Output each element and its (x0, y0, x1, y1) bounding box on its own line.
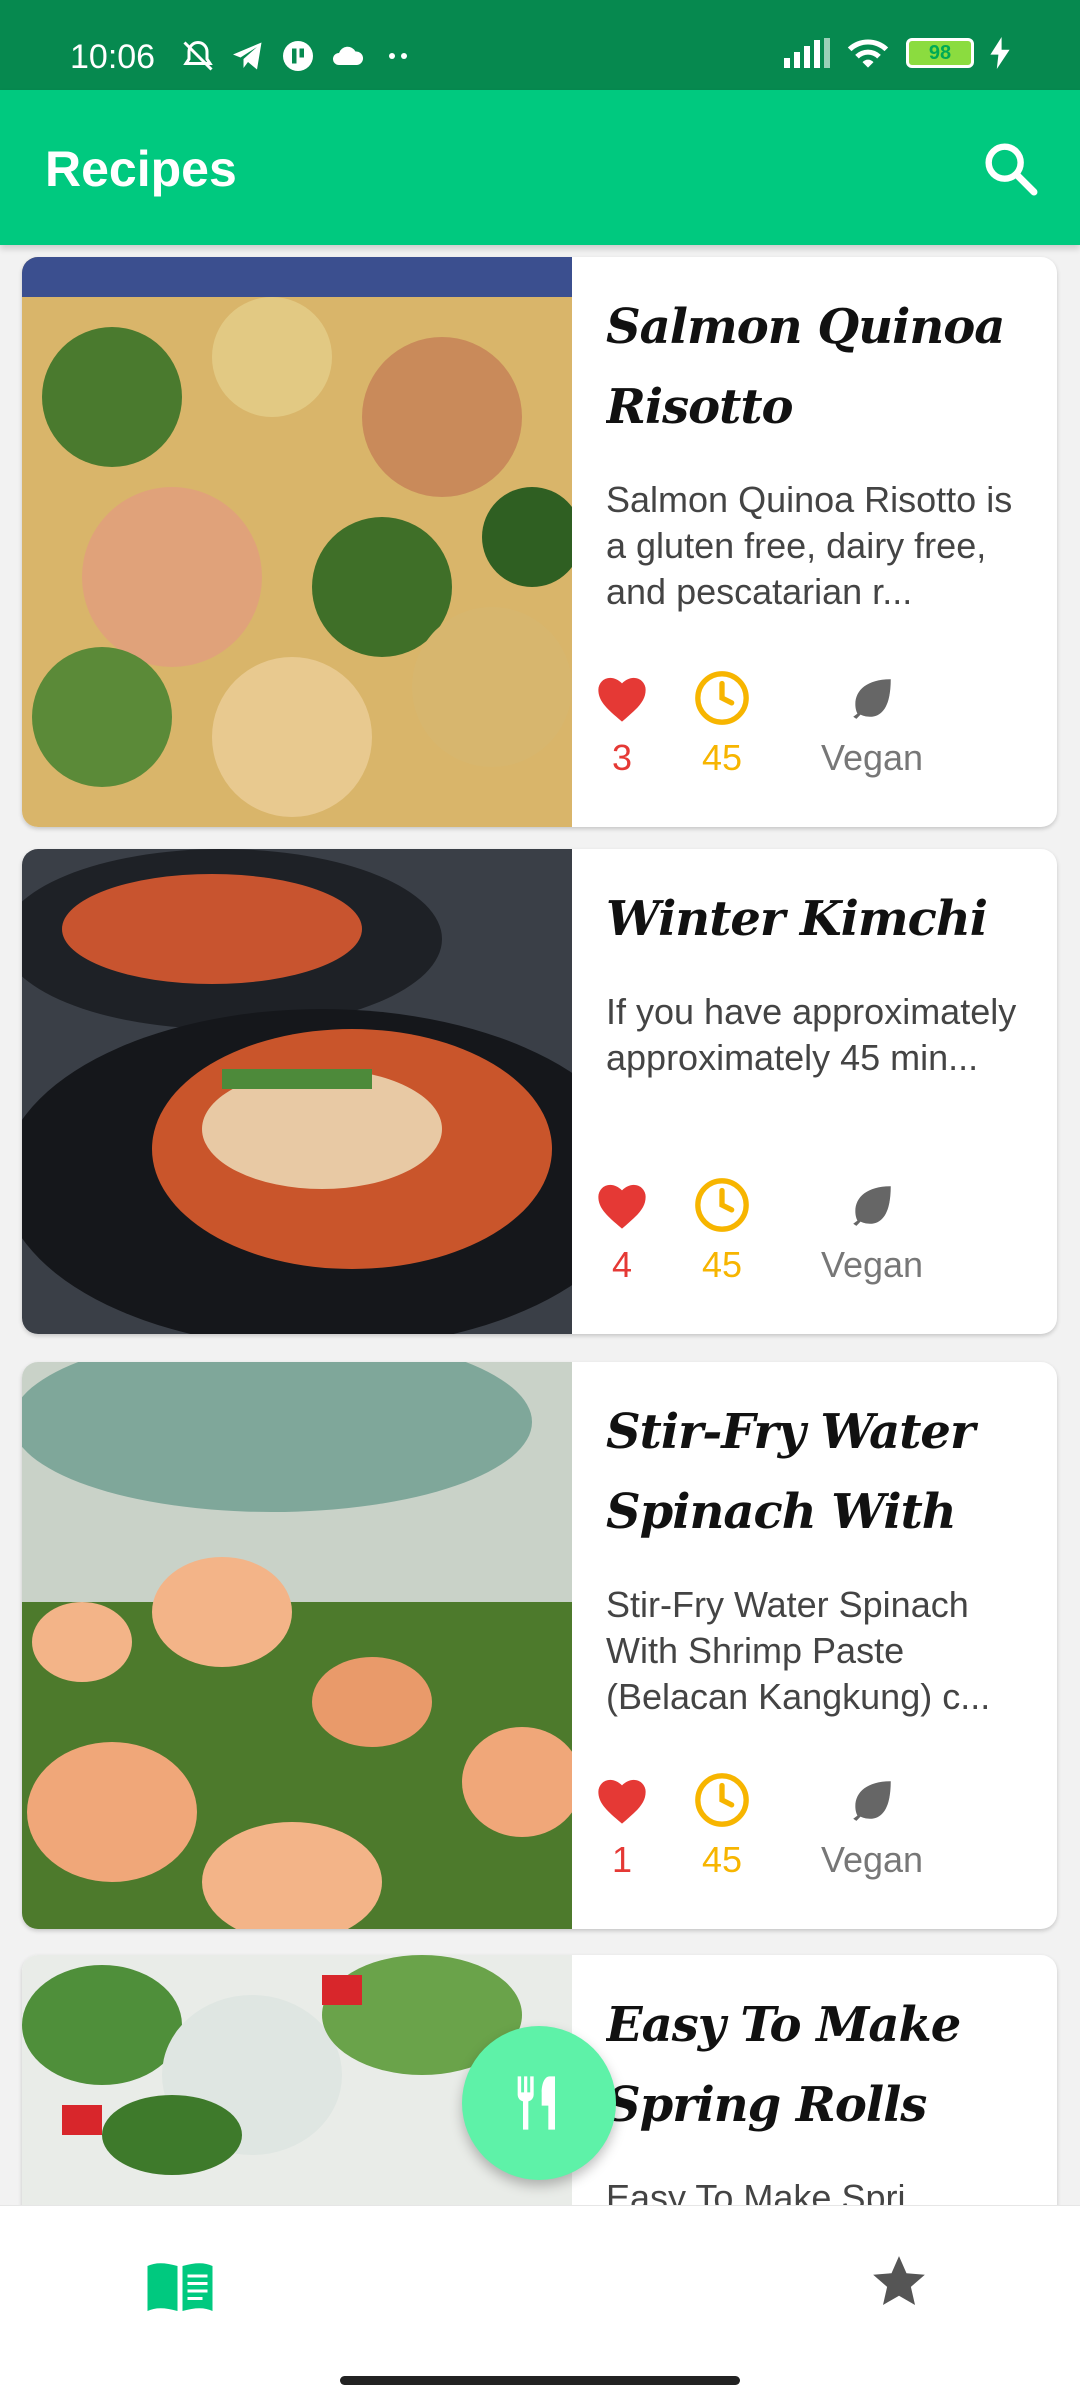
diet-tag: Vegan (820, 1244, 924, 1285)
recipe-description: Easy To Make Spri... (606, 2177, 936, 2205)
recipe-title: Easy To Make Spring Rolls (606, 1997, 961, 2133)
vegan-stat: Vegan (802, 667, 942, 779)
home-indicator (340, 2376, 740, 2385)
wifi-icon (847, 39, 889, 68)
likes-stat: 1 (572, 1769, 672, 1881)
likes-count: 3 (611, 737, 633, 778)
search-icon (985, 143, 1038, 196)
recipe-image (22, 849, 572, 1334)
nav-favorites[interactable] (868, 2251, 930, 2313)
clock-icon (695, 1178, 749, 1232)
recipe-description: Salmon Quinoa Risotto is a gluten free, … (606, 479, 1013, 612)
star-icon (873, 2256, 925, 2305)
vegan-stat: Vegan (802, 1769, 942, 1881)
recipe-description: If you have approximately approximately … (606, 991, 1017, 1078)
time-stat: 45 (672, 1174, 772, 1286)
recipe-list[interactable]: Salmon Quinoa Risotto Salmon Quinoa Riso… (0, 245, 1080, 2205)
charging-icon (990, 37, 1010, 69)
telegram-icon (233, 42, 262, 70)
minutes-value: 45 (701, 1244, 743, 1285)
time-stat: 45 (672, 667, 772, 779)
leaf-icon (853, 1186, 891, 1226)
status-bar: 10:06 98 (0, 0, 1080, 90)
heart-icon (598, 1184, 646, 1229)
leaf-icon (853, 679, 891, 719)
likes-stat: 3 (572, 667, 672, 779)
recipe-info: Salmon Quinoa Risotto Salmon Quinoa Riso… (572, 257, 1057, 827)
muted-bell-icon (183, 40, 213, 71)
recipe-stats: 1 45 Vegan (572, 1769, 1057, 1889)
clock-icon (695, 671, 749, 725)
fork-knife-icon (517, 2076, 555, 2130)
leaf-icon (853, 1781, 891, 1821)
recipe-image (22, 257, 572, 827)
recipe-stats: 3 45 Vegan (572, 667, 1057, 787)
vegan-stat: Vegan (802, 1174, 942, 1286)
recipe-image (22, 1362, 572, 1929)
book-icon (147, 2263, 213, 2311)
recipe-title: Stir-Fry Water Spinach With Shri... (606, 1404, 975, 1540)
notification-icons (180, 38, 416, 74)
fab-button[interactable] (462, 2026, 616, 2180)
battery-icon: 98 (906, 38, 974, 68)
recipe-description: Stir-Fry Water Spinach With Shrimp Paste… (606, 1584, 991, 1717)
app-bar: Recipes (0, 90, 1080, 245)
recipe-title: Salmon Quinoa Risotto (606, 299, 1005, 435)
clock-icon (695, 1773, 749, 1827)
recipe-info: Easy To Make Spring Rolls Easy To Make S… (572, 1955, 1057, 2205)
likes-count: 1 (611, 1839, 633, 1880)
app-icon (283, 41, 313, 71)
bottom-navigation (0, 2205, 1080, 2400)
recipe-card[interactable]: Winter Kimchi If you have approximately … (22, 849, 1057, 1334)
status-time: 10:06 (70, 38, 156, 76)
search-button[interactable] (978, 136, 1042, 200)
recipe-card[interactable]: Stir-Fry Water Spinach With Shri... Stir… (22, 1362, 1057, 1929)
diet-tag: Vegan (820, 1839, 924, 1880)
recipe-title: Winter Kimchi (606, 891, 988, 947)
system-icons: 98 (784, 36, 1010, 70)
heart-icon (598, 677, 646, 722)
time-stat: 45 (672, 1769, 772, 1881)
more-dots-icon (389, 53, 407, 59)
heart-icon (598, 1779, 646, 1824)
recipe-info: Winter Kimchi If you have approximately … (572, 849, 1057, 1334)
likes-stat: 4 (572, 1174, 672, 1286)
signal-icon (784, 38, 830, 68)
recipe-card[interactable]: Salmon Quinoa Risotto Salmon Quinoa Riso… (22, 257, 1057, 827)
page-title: Recipes (45, 141, 237, 197)
minutes-value: 45 (701, 1839, 743, 1880)
diet-tag: Vegan (820, 737, 924, 778)
likes-count: 4 (611, 1244, 633, 1285)
minutes-value: 45 (701, 737, 743, 778)
recipe-info: Stir-Fry Water Spinach With Shri... Stir… (572, 1362, 1057, 1929)
cloud-icon (333, 46, 364, 65)
recipe-stats: 4 45 Vegan (572, 1174, 1057, 1294)
nav-recipes[interactable] (145, 2258, 215, 2314)
